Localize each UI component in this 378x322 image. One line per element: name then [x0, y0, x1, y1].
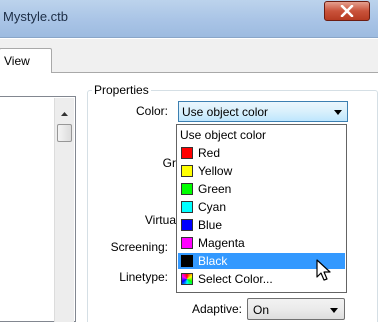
tab-view-label: View — [4, 54, 30, 68]
red-swatch-icon — [181, 147, 193, 159]
color-wheel-icon — [181, 273, 193, 285]
chevron-down-icon — [334, 110, 342, 115]
color-option-red[interactable]: Red — [178, 145, 345, 161]
option-label: Blue — [198, 218, 223, 232]
list-scrollbar[interactable] — [54, 98, 74, 322]
virtua-label: Virtua — [144, 213, 176, 227]
color-option-green[interactable]: Green — [178, 181, 345, 197]
adaptive-label: Adaptive: — [191, 302, 242, 316]
black-swatch-icon — [181, 255, 193, 267]
screening-label: Screening: — [110, 240, 168, 254]
window-title: Mystyle.ctb — [3, 9, 69, 24]
magenta-swatch-icon — [181, 237, 193, 249]
scroll-up-arrow-icon — [61, 112, 68, 116]
color-label: Color: — [135, 104, 168, 118]
option-label: Red — [198, 146, 221, 160]
color-option-use-object-color[interactable]: Use object color — [178, 127, 345, 143]
color-option-yellow[interactable]: Yellow — [178, 163, 345, 179]
cyan-swatch-icon — [181, 201, 193, 213]
option-label: Use object color — [180, 128, 267, 142]
color-select[interactable]: Use object color — [178, 101, 348, 122]
scroll-up-button[interactable] — [55, 108, 74, 122]
chevron-down-icon — [330, 308, 338, 313]
mouse-pointer-icon — [316, 259, 331, 281]
option-label: Cyan — [198, 200, 227, 214]
adaptive-select[interactable]: On — [247, 298, 345, 320]
color-option-blue[interactable]: Blue — [178, 217, 345, 233]
scroll-thumb[interactable] — [57, 124, 72, 142]
close-x-icon — [340, 5, 354, 17]
close-button[interactable] — [324, 1, 370, 21]
blue-swatch-icon — [181, 219, 193, 231]
tab-view[interactable]: View — [0, 48, 52, 73]
color-option-magenta[interactable]: Magenta — [178, 235, 345, 251]
yellow-swatch-icon — [181, 165, 193, 177]
gr-label: Gr — [162, 156, 176, 170]
green-swatch-icon — [181, 183, 193, 195]
adaptive-select-value: On — [253, 303, 270, 317]
title-bar: Mystyle.ctb — [0, 0, 378, 38]
option-label: Black — [198, 254, 228, 268]
linetype-label: Linetype: — [119, 270, 168, 284]
color-option-cyan[interactable]: Cyan — [178, 199, 345, 215]
option-label: Magenta — [198, 236, 245, 250]
option-label: Green — [198, 182, 232, 196]
option-label: Yellow — [198, 164, 233, 178]
properties-group-label: Properties — [92, 83, 151, 97]
option-label: Select Color... — [198, 272, 273, 286]
color-select-value: Use object color — [182, 105, 269, 119]
